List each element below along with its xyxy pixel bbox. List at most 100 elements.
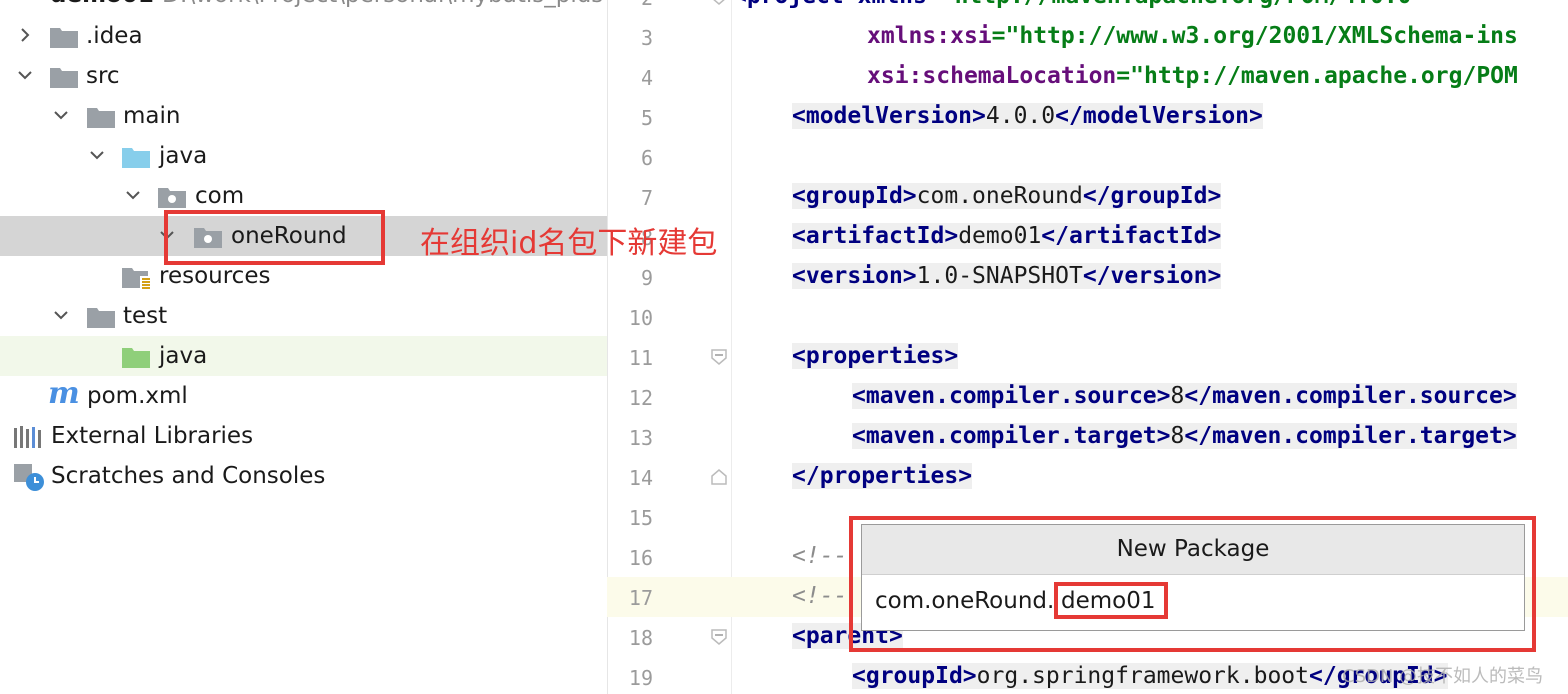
code-token: xmlns: [867, 23, 937, 49]
chevron-down-icon[interactable]: [52, 106, 70, 124]
code-token: modelVersion: [805, 103, 973, 129]
code-token: <: [852, 663, 866, 689]
code-token: org.springframework.boot: [976, 663, 1309, 689]
tree-item-test[interactable]: test: [0, 296, 607, 336]
line-number: 12: [628, 386, 653, 410]
code-token: :: [936, 23, 951, 49]
line-number: 18: [628, 626, 653, 650]
code-token: >: [902, 183, 917, 209]
code-line: 14 </properties>: [607, 457, 1568, 497]
fold-marker-icon[interactable]: [710, 468, 728, 486]
code-token: >: [944, 223, 959, 249]
line-number: 14: [628, 466, 653, 490]
code-token: >: [962, 663, 977, 689]
code-token: properties: [805, 343, 945, 369]
tree-item-external-libraries[interactable]: External Libraries: [0, 416, 607, 456]
line-number: 10: [628, 306, 653, 330]
line-number: 9: [640, 266, 653, 290]
code-token: schemaLocation: [922, 63, 1117, 89]
line-number: 16: [628, 546, 653, 570]
fold-marker-icon[interactable]: [710, 348, 728, 366]
code-token: demo01: [958, 223, 1042, 249]
chevron-down-icon[interactable]: [88, 146, 106, 164]
line-number: 5: [640, 106, 653, 130]
package-name-prefix: com.oneRound.: [875, 588, 1055, 614]
tree-item-src[interactable]: src: [0, 56, 607, 96]
folder-icon: [50, 66, 78, 88]
test-folder-icon: [122, 346, 150, 368]
code-token: </: [1041, 223, 1069, 249]
tree-item-pom[interactable]: m pom.xml: [0, 376, 607, 416]
tree-item-label: java: [159, 343, 208, 369]
code-line: 7 <groupId>com.oneRound</groupId>: [607, 177, 1568, 217]
folder-icon: [50, 26, 78, 48]
code-token: </: [1082, 183, 1111, 209]
code-token: >: [1502, 383, 1517, 409]
code-token: >: [1156, 383, 1171, 409]
highlight-box-tree: [164, 210, 385, 265]
line-number: 2: [607, 0, 653, 10]
code-token: <: [792, 223, 806, 249]
tree-item-label: resources: [159, 263, 271, 289]
code-token: maven.compiler.target: [1212, 423, 1503, 449]
tree-item-java-sources[interactable]: java: [0, 136, 607, 176]
annotation-text: 在组织id名包下新建包: [420, 226, 718, 261]
chevron-down-icon[interactable]: [16, 66, 34, 84]
code-token: groupId: [805, 183, 903, 209]
code-token: version: [805, 263, 903, 289]
code-line: 5 <modelVersion>4.0.0</modelVersion>: [607, 97, 1568, 137]
chevron-down-icon[interactable]: [52, 306, 70, 324]
code-token: </: [1055, 103, 1083, 129]
fold-marker-icon[interactable]: [710, 628, 728, 646]
code-token: 4.0.0: [985, 103, 1056, 129]
code-token: >: [944, 343, 959, 369]
code-token: "http://www.w3.org/2001/XMLSchema-ins: [1005, 23, 1518, 49]
fold-marker-icon[interactable]: [710, 0, 728, 6]
code-token: >: [958, 463, 973, 489]
tree-item-label: java: [159, 143, 208, 169]
code-token: </: [1184, 383, 1213, 409]
code-token: maven.compiler.source: [1212, 383, 1503, 409]
code-token: <: [792, 343, 806, 369]
code-line: 3 xmlns:xsi="http://www.w3.org/2001/XMLS…: [607, 17, 1568, 57]
line-number: 3: [640, 26, 653, 50]
tree-item-label: src: [86, 63, 120, 89]
code-token: >: [1207, 183, 1222, 209]
chevron-down-icon[interactable]: [124, 186, 142, 204]
code-token: modelVersion: [1082, 103, 1250, 129]
code-token: >: [1249, 103, 1263, 129]
code-token: artifactId: [1069, 223, 1208, 249]
line-number: 17: [628, 586, 653, 610]
code-token: 8: [1170, 423, 1185, 449]
code-token: </: [1309, 663, 1337, 689]
code-token: maven.compiler.source: [865, 383, 1157, 409]
line-number: 11: [628, 346, 653, 370]
code-comment: <!--: [792, 583, 848, 609]
code-token: artifactId: [805, 223, 945, 249]
tree-item-main[interactable]: main: [0, 96, 607, 136]
tree-item-java-test[interactable]: java: [0, 336, 607, 376]
package-icon: [158, 186, 186, 208]
code-token: >: [972, 103, 986, 129]
code-token: maven.compiler.target: [865, 423, 1157, 449]
code-token: version: [1110, 263, 1208, 289]
code-token: >: [902, 263, 917, 289]
package-name-input[interactable]: com.oneRound. demo01: [862, 575, 1524, 630]
tree-item-label: External Libraries: [51, 423, 254, 449]
code-token: <project xmlns=: [733, 0, 941, 9]
line-number: 4: [640, 66, 653, 90]
code-token: <: [792, 183, 806, 209]
maven-icon: m: [48, 376, 80, 411]
code-token: <: [792, 103, 806, 129]
code-line: 8 <artifactId>demo01</artifactId>: [607, 217, 1568, 257]
tree-item-idea[interactable]: .idea: [0, 16, 607, 56]
line-number: 15: [628, 506, 653, 530]
code-token: <: [852, 383, 866, 409]
tree-root[interactable]: demo01 D:\work\Project\personal\mybatis_…: [0, 0, 607, 12]
source-folder-icon: [122, 146, 150, 168]
line-number: 13: [628, 426, 653, 450]
line-number: 19: [628, 666, 653, 690]
new-package-dialog[interactable]: New Package com.oneRound. demo01: [861, 524, 1525, 631]
chevron-right-icon[interactable]: [16, 26, 34, 44]
tree-item-scratches[interactable]: Scratches and Consoles: [0, 456, 607, 496]
